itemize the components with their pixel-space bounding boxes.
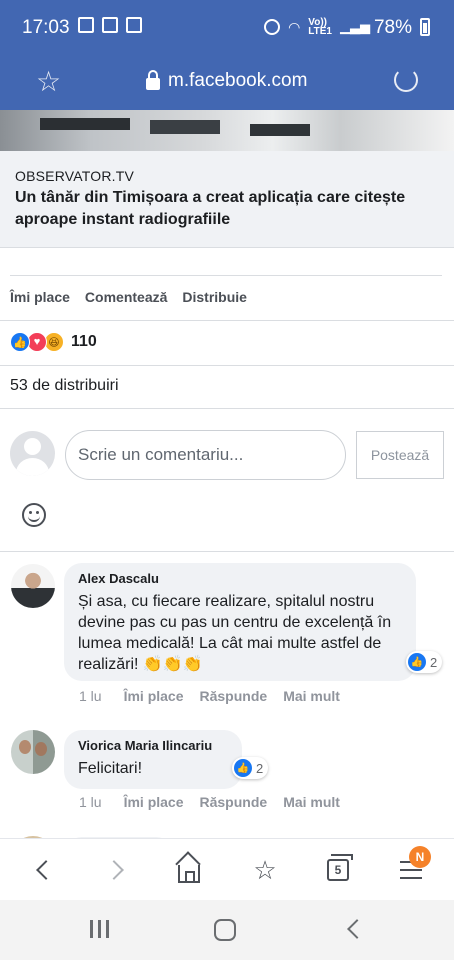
comment-like-badge[interactable]: 👍 2 [232,757,269,779]
lock-icon [146,70,160,90]
comment-like-badge[interactable]: 👍 2 [406,651,443,673]
status-notification-icons [78,17,142,33]
comment-reply-button[interactable]: Răspunde [200,794,268,810]
wifi-icon: ◠ [288,18,301,35]
battery-percent: 78% [373,17,412,38]
signal-icon: ▁▃▅ [340,19,370,34]
tabs-icon: 5 [327,854,353,881]
back-button[interactable] [28,855,58,885]
recents-icon [98,920,101,938]
comment-like-button[interactable]: Îmi place [124,688,184,704]
divider [0,320,454,321]
comment-text: Felicitari! [78,760,143,777]
comment-like-count: 2 [256,760,264,776]
chevron-left-icon [36,860,56,880]
system-home-button[interactable] [214,919,236,941]
browser-toolbar: ☆ m.facebook.com [0,58,454,110]
comment-more-button[interactable]: Mai mult [283,794,340,810]
link-source: OBSERVATOR.TV [15,168,135,184]
image-detail [40,118,130,130]
comment-text: Și asa, cu fiecare realizare, spitalul n… [78,593,392,673]
like-reaction-icon: 👍 [408,653,426,671]
home-icon [178,865,200,883]
reload-icon[interactable] [394,68,418,92]
user-avatar [10,431,55,476]
image-detail [250,124,310,136]
comment-reply-button[interactable]: Răspunde [200,688,268,704]
divider [0,408,454,409]
comment-button[interactable]: Comentează [85,289,167,305]
link-title: Un tânăr din Timișoara a creat aplicația… [15,189,406,228]
divider [10,275,442,276]
like-reaction-icon: 👍 [10,332,30,352]
url-text: m.facebook.com [168,70,308,91]
status-system-icons: ◠ Vo)) LTE1 ▁▃▅ [264,17,370,37]
system-nav-bar [0,900,454,960]
reaction-count: 110 [71,333,97,350]
comment-time[interactable]: 1 lu [79,688,102,704]
reactions-summary[interactable]: 👍 ♥ 😆 110 [10,332,97,352]
network-label: Vo)) LTE1 [308,17,332,37]
post-comment-button[interactable]: Postează [356,431,444,479]
divider [0,551,454,552]
browser-bottom-nav: ☆ 5 [0,838,454,900]
comment-author[interactable]: Viorica Maria Ilincariu [78,738,230,753]
battery-icon [420,18,430,36]
tabs-button[interactable]: 5 [323,854,353,885]
address-bar[interactable]: m.facebook.com [146,70,307,92]
share-button[interactable]: Distribuie [182,289,247,305]
image-detail [150,120,220,134]
forward-button[interactable] [102,855,132,885]
love-reaction-icon: ♥ [27,332,47,352]
recents-button[interactable] [88,918,114,942]
alarm-icon [264,19,281,35]
like-reaction-icon: 👍 [234,759,252,777]
divider [0,365,454,366]
flag-icon [126,17,142,33]
comment-more-button[interactable]: Mai mult [283,688,340,704]
recents-icon [106,920,109,938]
system-back-button[interactable] [346,918,372,942]
menu-notification-badge: N [409,846,431,868]
comment-author[interactable]: Alex Dascalu [78,571,404,586]
commenter-avatar[interactable] [11,730,55,774]
link-preview-card[interactable]: OBSERVATOR.TV Un tânăr din Timișoara a c… [0,151,454,248]
comment-time[interactable]: 1 lu [79,794,102,810]
commenter-avatar[interactable] [11,564,55,608]
recents-icon [90,920,93,938]
like-button[interactable]: Îmi place [10,289,70,305]
comment-bubble: Alex Dascalu Și asa, cu fiecare realizar… [64,563,416,681]
haha-reaction-icon: 😆 [44,332,64,352]
photos-icon [102,17,118,33]
chevron-right-icon [104,860,124,880]
comment-like-count: 2 [430,654,438,670]
emoji-icon[interactable] [22,503,46,527]
status-time: 17:03 [22,17,70,38]
comment-bubble: Viorica Maria Ilincariu Felicitari! [64,730,242,789]
comment-meta: 1 lu Îmi place Răspunde Mai mult [79,688,340,704]
shares-count[interactable]: 53 de distribuiri [10,377,119,395]
bookmarks-button[interactable]: ☆ [250,855,280,885]
gallery-icon [78,17,94,33]
post-actions: Îmi place Comentează Distribuie [10,289,247,305]
status-bar: 17:03 ◠ Vo)) LTE1 ▁▃▅ 78% [0,0,454,58]
home-button[interactable] [174,855,204,885]
comment-meta: 1 lu Îmi place Răspunde Mai mult [79,794,340,810]
bookmark-star-icon[interactable]: ☆ [36,65,61,98]
comment-like-button[interactable]: Îmi place [124,794,184,810]
bookmarks-star-icon: ☆ [253,854,277,885]
comment-input[interactable] [65,430,346,480]
link-preview-image[interactable] [0,110,454,151]
